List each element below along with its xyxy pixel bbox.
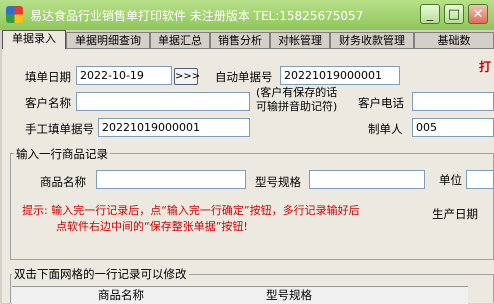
close-button[interactable]: ✕	[468, 4, 488, 24]
product-field[interactable]	[96, 170, 246, 189]
phone-label: 客户电话	[358, 96, 404, 110]
tab-detail-query[interactable]: 单据明细查询	[66, 32, 150, 48]
spec-label: 型号规格	[255, 175, 301, 189]
grid-column-product[interactable]: 商品名称	[98, 287, 144, 303]
tab-reconciliation[interactable]: 对帐管理	[270, 32, 330, 48]
date-picker-button[interactable]: >>>	[174, 68, 200, 85]
minimize-button[interactable]: _	[420, 4, 440, 24]
maximize-button[interactable]: □	[444, 4, 464, 24]
grid-header	[12, 286, 468, 304]
grid-column-spec[interactable]: 型号规格	[266, 287, 312, 303]
tab-sales-analysis[interactable]: 销售分析	[210, 32, 270, 48]
tip-line-2: 点软件右边中间的“保存整张单据”按钮!	[56, 220, 248, 233]
product-label: 商品名称	[40, 175, 86, 189]
manual-number-label: 手工填单据号	[25, 122, 94, 136]
unit-field[interactable]	[466, 170, 494, 189]
creator-label: 制单人	[368, 122, 403, 136]
app-logo-icon	[6, 6, 23, 23]
tip-line-1: 提示: 输入完一行记录后，点“输入完一行确定”按钮，多行记录输好后	[22, 204, 360, 217]
spec-field[interactable]	[309, 170, 425, 189]
unit-label: 单位	[439, 173, 462, 187]
customer-hint: (客户有保存的话 可输拼音助记符)	[256, 86, 338, 113]
creator-field[interactable]: 005	[412, 118, 494, 137]
window-title: 易达食品行业销售单打印软件 未注册版本 TEL:15825675057	[30, 9, 364, 23]
manual-number-field[interactable]: 20221019000001	[98, 118, 250, 137]
customer-field[interactable]	[76, 92, 250, 111]
date-field[interactable]: 2022-10-19	[76, 66, 172, 85]
item-entry-title: 输入一行商品记录	[14, 146, 110, 162]
tab-finance[interactable]: 财务收款管理	[330, 32, 414, 48]
date-label: 填单日期	[25, 70, 71, 84]
customer-label: 客户名称	[25, 96, 71, 110]
tab-entry[interactable]: 单据录入	[2, 30, 66, 49]
tab-basic-data[interactable]: 基础数	[414, 32, 494, 48]
auto-number-label: 自动单据号	[215, 70, 273, 84]
right-edge-label: 打	[479, 60, 492, 74]
grid-title: 双击下面网格的一行记录可以修改	[12, 266, 189, 282]
phone-field[interactable]	[412, 92, 494, 111]
production-date-label: 生产日期	[432, 207, 478, 221]
tab-summary[interactable]: 单据汇总	[150, 32, 210, 48]
auto-number-field[interactable]: 20221019000001	[280, 66, 400, 85]
